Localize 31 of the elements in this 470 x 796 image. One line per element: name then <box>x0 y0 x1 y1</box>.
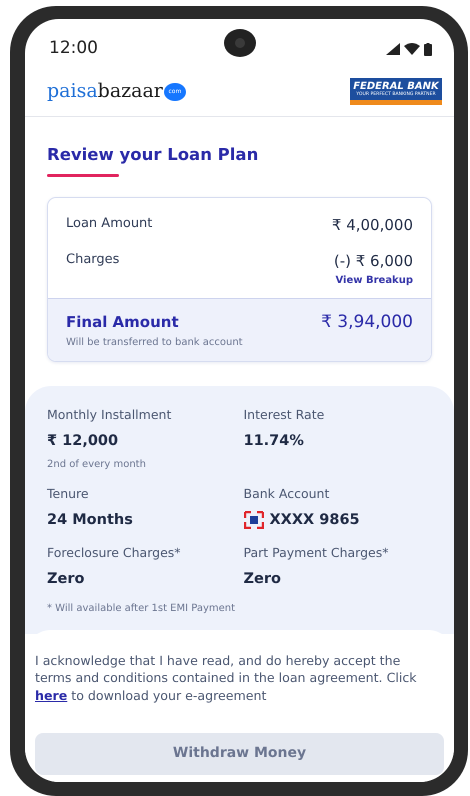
status-time: 12:00 <box>49 37 98 60</box>
detail-label: Monthly Installment <box>47 406 172 424</box>
detail-value: 24 Months <box>47 510 133 530</box>
agreement-text: I acknowledge that I have read, and do hereby accept the terms and conditions contained in the loan agreement. Click here to download your e-agreement <box>35 652 418 705</box>
summary-value: ₹ 4,00,000 <box>332 214 413 236</box>
download-link[interactable]: here <box>35 688 68 703</box>
detail-value: XXXX 9865 <box>270 510 360 530</box>
summary-label: Charges <box>66 251 120 270</box>
final-value: ₹ 3,94,000 <box>321 310 413 334</box>
detail-label: Foreclosure Charges* <box>47 544 182 562</box>
camera-icon <box>224 29 256 57</box>
detail-value: Zero <box>47 570 84 589</box>
final-label: Final Amount <box>66 312 179 334</box>
wifi-icon <box>404 43 420 55</box>
detail-value: ₹ 12,000 <box>47 432 118 451</box>
detail-value: Zero <box>244 570 281 589</box>
final-note: Will be transferred to bank account <box>66 336 244 350</box>
footnote: * Will available after 1st EMI Payment <box>47 602 236 616</box>
title-underline <box>47 174 119 177</box>
detail-label: Interest Rate <box>244 406 326 424</box>
detail-value: 11.74% <box>244 432 304 451</box>
page-title: Review your Loan Plan <box>47 144 260 166</box>
detail-note: 2nd of every month <box>47 458 147 472</box>
summary-value: (-) ₹ 6,000 <box>334 251 413 272</box>
view-breakup-link[interactable]: View Breakup <box>335 274 413 286</box>
detail-label: Tenure <box>47 484 90 503</box>
detail-label: Part Payment Charges* <box>244 544 390 562</box>
signal-icon <box>386 43 400 55</box>
summary-label: Loan Amount <box>66 214 152 233</box>
battery-icon <box>424 42 432 56</box>
detail-label: Bank Account <box>244 484 330 503</box>
